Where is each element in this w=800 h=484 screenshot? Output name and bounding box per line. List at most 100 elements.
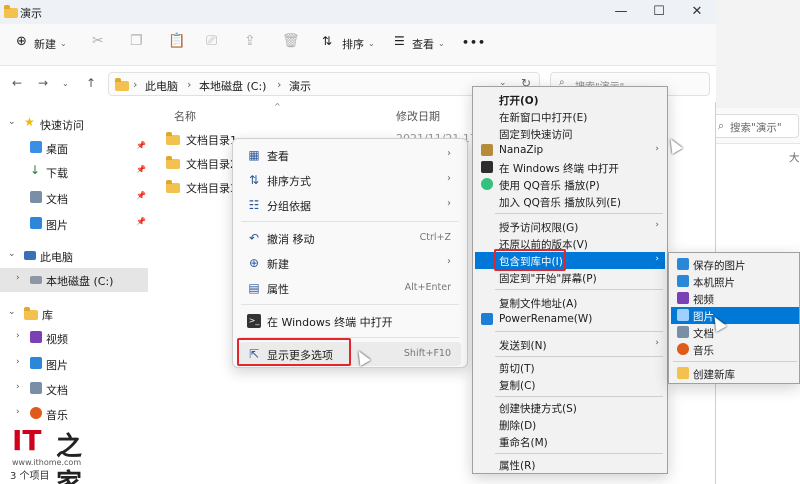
submenu-item-create-library[interactable]: 创建新库: [671, 365, 799, 382]
library-submenu: 保存的图片 本机照片 视频 图片 文档 音乐 创建新库: [668, 252, 800, 384]
menu-item-send-to[interactable]: 发送到(N) ›: [475, 336, 665, 353]
breadcrumb-this-pc[interactable]: 此电脑: [145, 78, 178, 94]
new-button[interactable]: 新建: [34, 36, 56, 52]
submenu-item-saved-pictures[interactable]: 保存的图片: [671, 256, 799, 273]
menu-item-properties[interactable]: ▤ 属性 Alt+Enter: [239, 276, 461, 300]
pin-icon: 📌: [136, 165, 146, 174]
menu-item-properties[interactable]: 属性(R): [475, 456, 665, 473]
sidebar-item-label: 本地磁盘 (C:): [46, 275, 114, 288]
menu-item-new[interactable]: ⊕ 新建 ›: [239, 251, 461, 275]
chevron-right-icon: ›: [16, 357, 20, 367]
up-icon[interactable]: ↑: [86, 76, 96, 90]
menu-item-label: 发送到(N): [499, 340, 547, 352]
picture-icon: [30, 217, 42, 229]
breadcrumb-current[interactable]: 演示: [289, 78, 311, 94]
sort-icon: ⇅: [322, 34, 333, 48]
chevron-right-icon: ›: [16, 407, 20, 417]
cut-icon[interactable]: ✂: [92, 33, 104, 49]
menu-item-view[interactable]: ▦ 查看 ›: [239, 143, 461, 167]
menu-item-label: 授予访问权限(G): [499, 222, 579, 234]
menu-item-label: 固定到快速访问: [499, 129, 573, 141]
table-row[interactable]: 文档目录2: [166, 156, 237, 172]
menu-item-powerrename[interactable]: PowerRename(W): [475, 311, 665, 328]
menu-item-pin-quick-access[interactable]: 固定到快速访问: [475, 125, 665, 142]
menu-item-shortcut: Ctrl+Z: [419, 232, 451, 243]
sidebar-item-documents[interactable]: 文档 📌: [0, 186, 148, 210]
copy-icon[interactable]: ❐: [130, 33, 143, 49]
forward-icon[interactable]: →: [38, 76, 48, 90]
chevron-down-icon: ⌄: [8, 249, 16, 259]
menu-item-qqmusic-queue[interactable]: 加入 QQ音乐 播放队列(E): [475, 193, 665, 210]
name-column-header[interactable]: 名称: [174, 108, 196, 124]
sidebar-item-lib-pictures[interactable]: › 图片: [0, 352, 148, 376]
chevron-right-icon: ›: [447, 173, 451, 184]
sidebar-item-lib-documents[interactable]: › 文档: [0, 377, 148, 401]
menu-item-label: 加入 QQ音乐 播放队列(E): [499, 197, 622, 209]
maximize-icon[interactable]: ☐: [644, 2, 674, 22]
minimize-icon[interactable]: —: [606, 2, 636, 22]
menu-item-open[interactable]: 打开(O): [475, 91, 665, 108]
submenu-item-videos[interactable]: 视频: [671, 290, 799, 307]
chevron-right-icon: ›: [16, 331, 20, 341]
sidebar-item-quick-access[interactable]: ⌄ ★ 快速访问: [0, 112, 148, 136]
menu-item-label: PowerRename(W): [499, 313, 593, 325]
menu-item-copy[interactable]: 复制(C): [475, 376, 665, 393]
table-row[interactable]: 文档目录3: [166, 180, 237, 196]
menu-item-create-shortcut[interactable]: 创建快捷方式(S): [475, 399, 665, 416]
menu-item-nanazip[interactable]: NanaZip ›: [475, 142, 665, 159]
menu-item-rename[interactable]: 重命名(M): [475, 433, 665, 450]
submenu-item-documents[interactable]: 文档: [671, 324, 799, 341]
menu-separator: [495, 289, 663, 290]
chevron-down-icon: ⌄: [438, 39, 445, 48]
paste-icon[interactable]: 📋: [168, 33, 185, 49]
folder-icon: [166, 132, 180, 145]
folder-icon: [4, 5, 18, 18]
picture-icon: [677, 309, 689, 321]
back-icon[interactable]: ←: [12, 76, 22, 90]
classic-context-menu: 打开(O) 在新窗口中打开(E) 固定到快速访问 NanaZip › 在 Win…: [472, 86, 668, 474]
menu-item-open-new-window[interactable]: 在新窗口中打开(E): [475, 108, 665, 125]
background-search-box[interactable]: ⌕ 搜索"演示": [709, 114, 799, 138]
sidebar-item-local-disk[interactable]: › 本地磁盘 (C:): [0, 268, 148, 292]
menu-item-label: 复制文件地址(A): [499, 298, 578, 310]
menu-item-cut[interactable]: 剪切(T): [475, 359, 665, 376]
menu-item-qqmusic-play[interactable]: 使用 QQ音乐 播放(P): [475, 176, 665, 193]
properties-icon: ▤: [248, 281, 260, 295]
size-column-header[interactable]: 大: [789, 150, 800, 165]
rename-icon[interactable]: ⎚: [206, 33, 217, 49]
sidebar-item-desktop[interactable]: 桌面 📌: [0, 136, 148, 160]
table-row[interactable]: 文档目录1: [166, 132, 237, 148]
powerrename-icon: [481, 313, 493, 325]
submenu-item-pictures[interactable]: 图片: [671, 307, 799, 324]
sidebar-item-this-pc[interactable]: ⌄ 此电脑: [0, 244, 148, 268]
menu-item-copy-path[interactable]: 复制文件地址(A): [475, 294, 665, 311]
menu-item-delete[interactable]: 删除(D): [475, 416, 665, 433]
breadcrumb-local-disk[interactable]: 本地磁盘 (C:): [199, 78, 266, 94]
menu-separator: [495, 453, 663, 454]
sidebar-item-pictures[interactable]: 图片 📌: [0, 212, 148, 236]
delete-icon[interactable]: 🗑: [282, 33, 300, 49]
menu-item-open-terminal[interactable]: >_ 在 Windows 终端 中打开: [239, 309, 461, 333]
menu-item-group[interactable]: ☷ 分组依据 ›: [239, 193, 461, 217]
sidebar-item-downloads[interactable]: ↓ 下载 📌: [0, 160, 148, 184]
share-icon[interactable]: ⇪: [244, 33, 256, 49]
submenu-item-music[interactable]: 音乐: [671, 341, 799, 358]
sidebar-item-music[interactable]: › 音乐: [0, 402, 148, 426]
view-button[interactable]: 查看: [412, 36, 434, 52]
menu-item-grant-access[interactable]: 授予访问权限(G) ›: [475, 218, 665, 235]
date-column-header[interactable]: 修改日期: [396, 108, 440, 124]
close-icon[interactable]: ✕: [682, 2, 712, 22]
menu-item-windows-terminal[interactable]: 在 Windows 终端 中打开: [475, 159, 665, 176]
menu-item-label: 分组依据: [267, 200, 311, 213]
sidebar-item-videos[interactable]: › 视频: [0, 326, 148, 350]
more-options-button[interactable]: •••: [462, 36, 486, 49]
recent-chevron-icon[interactable]: ⌄: [62, 79, 69, 88]
submenu-item-camera-roll[interactable]: 本机照片: [671, 273, 799, 290]
menu-item-sort[interactable]: ⇅ 排序方式 ›: [239, 168, 461, 192]
video-icon: [30, 331, 42, 343]
sort-button[interactable]: 排序: [342, 36, 364, 52]
menu-item-undo[interactable]: ↶ 撤消 移动 Ctrl+Z: [239, 226, 461, 250]
sidebar-item-library[interactable]: ⌄ 库: [0, 302, 148, 326]
menu-item-pin-start[interactable]: 固定到"开始"屏幕(P): [475, 269, 665, 286]
pin-icon: 📌: [136, 141, 146, 150]
